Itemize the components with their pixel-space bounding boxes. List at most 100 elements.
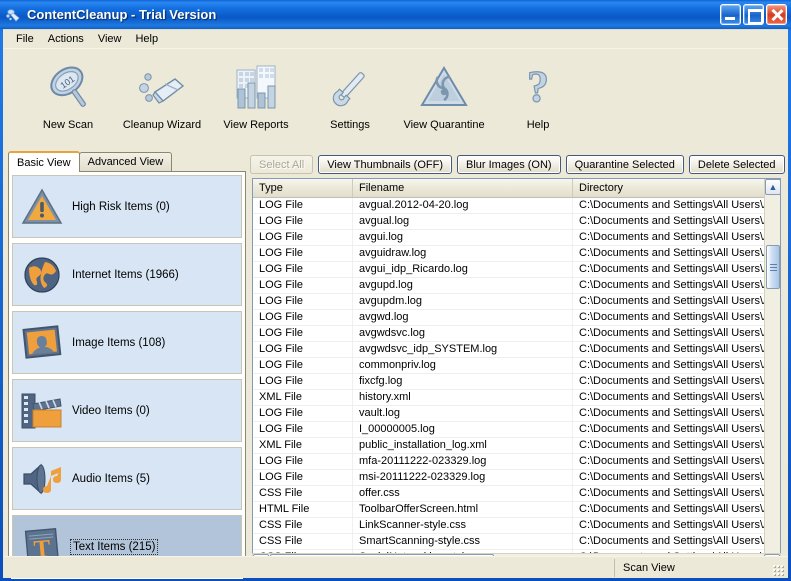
maximize-button[interactable] bbox=[743, 4, 764, 25]
toolbar-button-new-scan[interactable]: 101 New Scan bbox=[21, 49, 115, 145]
column-header-type[interactable]: Type bbox=[253, 179, 353, 197]
view-thumbnails-button-label: View Thumbnails (OFF) bbox=[327, 158, 443, 171]
file-list-view: Type Filename Directory LOG File avgual.2… bbox=[252, 178, 781, 571]
table-row[interactable]: LOG File avgual.log C:\Documents and Setti… bbox=[253, 214, 780, 230]
category-item-image[interactable]: Image Items (108) bbox=[11, 310, 243, 375]
cell-directory: C:\Documents and Settings\All Users\A bbox=[579, 455, 771, 467]
select-all-button[interactable]: Select All bbox=[250, 155, 314, 174]
column-header-row: Type Filename Directory bbox=[253, 179, 780, 198]
category-item-high-risk[interactable]: High Risk Items (0) bbox=[11, 174, 243, 239]
menu-item-file[interactable]: File bbox=[9, 32, 41, 46]
tab-basic-view[interactable]: Basic View bbox=[8, 151, 80, 172]
category-item-high-risk-label: High Risk Items (0) bbox=[72, 200, 170, 213]
table-row[interactable]: HTML File ToolbarOfferScreen.html C:\Docum… bbox=[253, 502, 780, 518]
svg-text:?: ? bbox=[527, 62, 549, 111]
cell-directory: C:\Documents and Settings\All Users\A bbox=[579, 343, 771, 355]
vertical-scrollbar[interactable]: ▲ ▼ bbox=[764, 179, 780, 570]
globe-icon bbox=[12, 254, 72, 296]
tab-body: High Risk Items (0) Internet Items (1966… bbox=[8, 171, 246, 579]
warning-triangle-icon bbox=[12, 187, 72, 227]
toolbar-label-view-reports: View Reports bbox=[223, 119, 289, 131]
toolbar-button-view-reports[interactable]: View Reports bbox=[209, 49, 303, 145]
table-row[interactable]: CSS File LinkScanner-style.css C:\Document… bbox=[253, 518, 780, 534]
category-item-video[interactable]: Video Items (0) bbox=[11, 378, 243, 443]
column-header-filename[interactable]: Filename bbox=[353, 179, 573, 197]
close-button[interactable] bbox=[766, 4, 787, 25]
cell-directory: C:\Documents and Settings\All Users\A bbox=[579, 519, 771, 531]
table-row[interactable]: LOG File avgwdsvc.log C:\Documents and Set… bbox=[253, 326, 780, 342]
cell-filename: LinkScanner-style.css bbox=[353, 518, 573, 533]
table-row[interactable]: LOG File mfa-20111222-023329.log C:\Docume… bbox=[253, 454, 780, 470]
file-list-rows: LOG File avgual.2012-04-20.log C:\Document… bbox=[253, 198, 780, 553]
table-row[interactable]: CSS File offer.css C:\Documents and Settin… bbox=[253, 486, 780, 502]
quarantine-selected-button[interactable]: Quarantine Selected bbox=[565, 155, 684, 174]
cell-filename: vault.log bbox=[353, 406, 573, 421]
category-item-audio[interactable]: Audio Items (5) bbox=[11, 446, 243, 511]
cell-type: HTML File bbox=[253, 502, 353, 517]
wrench-icon bbox=[323, 59, 377, 117]
table-row[interactable]: LOG File commonpriv.log C:\Documents and S… bbox=[253, 358, 780, 374]
table-row[interactable]: LOG File avgupdm.log C:\Documents and Sett… bbox=[253, 294, 780, 310]
cell-filename: commonpriv.log bbox=[353, 358, 573, 373]
cell-directory: C:\Documents and Settings\All Users\A bbox=[579, 471, 771, 483]
blur-images-button[interactable]: Blur Images (ON) bbox=[457, 155, 561, 174]
application-window: ContentCleanup - Trial Version File Acti… bbox=[0, 0, 791, 581]
category-item-internet[interactable]: Internet Items (1966) bbox=[11, 242, 243, 307]
table-row[interactable]: LOG File msi-20111222-023329.log C:\Docume… bbox=[253, 470, 780, 486]
delete-selected-button[interactable]: Delete Selected bbox=[688, 155, 785, 174]
tab-advanced-view[interactable]: Advanced View bbox=[78, 152, 173, 171]
scroll-up-button[interactable]: ▲ bbox=[765, 179, 780, 195]
table-row[interactable]: LOG File avgwd.log C:\Documents and Settin… bbox=[253, 310, 780, 326]
table-row[interactable]: LOG File fixcfg.log C:\Documents and Setti… bbox=[253, 374, 780, 390]
cell-directory: C:\Documents and Settings\All Users\A bbox=[579, 279, 771, 291]
table-row[interactable]: LOG File avgui_idp_Ricardo.log C:\Document… bbox=[253, 262, 780, 278]
toolbar-label-settings: Settings bbox=[330, 119, 370, 131]
minimize-button[interactable] bbox=[720, 4, 741, 25]
table-row[interactable]: LOG File avgwdsvc_idp_SYSTEM.log C:\Docume… bbox=[253, 342, 780, 358]
cell-type: LOG File bbox=[253, 326, 353, 341]
toolbar-label-cleanup-wizard: Cleanup Wizard bbox=[122, 119, 202, 131]
cell-filename: avgupd.log bbox=[353, 278, 573, 293]
view-thumbnails-button[interactable]: View Thumbnails (OFF) bbox=[318, 155, 452, 174]
cell-type: CSS File bbox=[253, 518, 353, 533]
table-row[interactable]: LOG File I_00000005.log C:\Documents and S… bbox=[253, 422, 780, 438]
toolbar-label-new-scan: New Scan bbox=[42, 119, 94, 131]
table-row[interactable]: LOG File avguidraw.log C:\Documents and Se… bbox=[253, 246, 780, 262]
category-item-image-label: Image Items (108) bbox=[72, 336, 166, 349]
status-bar-view-label: Scan View bbox=[623, 561, 675, 574]
table-row[interactable]: XML File public_installation_log.xml C:\Do… bbox=[253, 438, 780, 454]
cell-directory: C:\Documents and Settings\All Users\A bbox=[579, 247, 771, 259]
toolbar-button-cleanup-wizard[interactable]: Cleanup Wizard bbox=[115, 49, 209, 145]
status-bar-left-pane bbox=[5, 559, 614, 577]
toolbar-button-help[interactable]: ? Help bbox=[491, 49, 585, 145]
toolbar-button-settings[interactable]: Settings bbox=[303, 49, 397, 145]
menu-item-view[interactable]: View bbox=[91, 32, 129, 46]
tab-basic-view-label: Basic View bbox=[17, 156, 71, 169]
cell-directory: C:\Documents and Settings\All Users\A bbox=[579, 215, 771, 227]
table-row[interactable]: CSS File SmartScanning-style.css C:\Docume… bbox=[253, 534, 780, 550]
cell-directory: C:\Documents and Settings\All Users\A bbox=[579, 311, 771, 323]
column-header-directory[interactable]: Directory bbox=[573, 179, 780, 197]
title-bar: ContentCleanup - Trial Version bbox=[0, 0, 791, 29]
biohazard-triangle-icon bbox=[417, 59, 471, 117]
toolbar-button-view-quarantine[interactable]: View Quarantine bbox=[397, 49, 491, 145]
picture-frame-icon bbox=[12, 323, 72, 363]
table-row[interactable]: LOG File vault.log C:\Documents and Settin… bbox=[253, 406, 780, 422]
table-row[interactable]: LOG File avgual.2012-04-20.log C:\Document… bbox=[253, 198, 780, 214]
status-bar: Scan View bbox=[3, 556, 788, 578]
resize-grip-icon[interactable] bbox=[769, 559, 785, 577]
cell-directory: C:\Documents and Settings\All Users\A bbox=[579, 423, 771, 435]
delete-selected-button-label: Delete Selected bbox=[697, 158, 776, 171]
cell-directory: C:\Documents and Settings\All Users\A bbox=[579, 359, 771, 371]
menu-bar: File Actions View Help bbox=[3, 30, 788, 48]
cell-directory: C:\Documents and Settings\All Users\A bbox=[579, 295, 771, 307]
cell-filename: avgui.log bbox=[353, 230, 573, 245]
table-row[interactable]: LOG File avgui.log C:\Documents and Settin… bbox=[253, 230, 780, 246]
cell-directory: C:\Documents and Settings\All Users\A bbox=[579, 199, 771, 211]
table-row[interactable]: XML File history.xml C:\Documents and Sett… bbox=[253, 390, 780, 406]
magnifier-icon: 101 bbox=[41, 59, 95, 117]
menu-item-actions[interactable]: Actions bbox=[41, 32, 91, 46]
table-row[interactable]: LOG File avgupd.log C:\Documents and Setti… bbox=[253, 278, 780, 294]
menu-item-help[interactable]: Help bbox=[128, 32, 165, 46]
vertical-scrollbar-thumb[interactable] bbox=[766, 245, 780, 289]
